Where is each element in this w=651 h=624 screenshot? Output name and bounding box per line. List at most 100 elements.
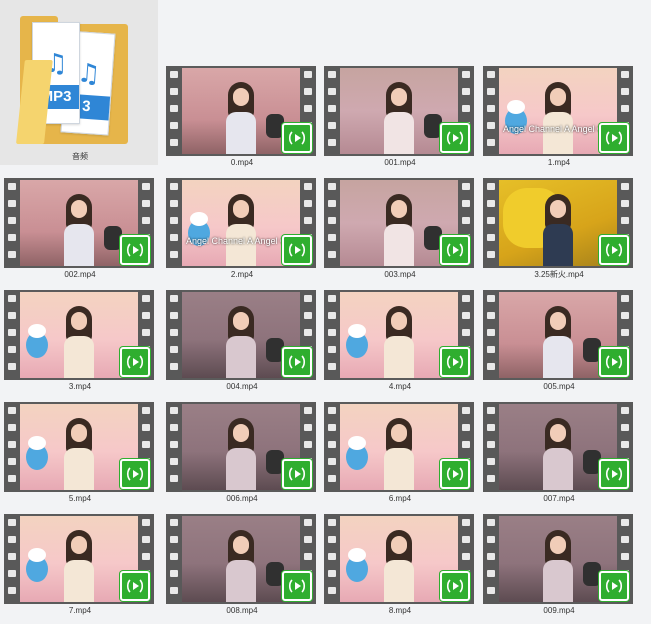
person-figure <box>543 82 573 154</box>
iqiyi-play-badge-icon <box>120 347 150 377</box>
video-file-name: 3.25新火.mp4 <box>534 270 584 279</box>
video-file-name: 4.mp4 <box>388 382 412 391</box>
video-file-name: 7.mp4 <box>68 606 92 615</box>
video-file-name: 009.mp4 <box>543 606 575 615</box>
video-thumbnail <box>4 402 154 492</box>
person-figure <box>64 306 94 378</box>
video-file-name: 3.mp4 <box>68 382 92 391</box>
iqiyi-play-badge-icon <box>599 459 629 489</box>
video-thumbnail <box>4 514 154 604</box>
iqiyi-play-badge-icon <box>440 571 470 601</box>
iqiyi-play-badge-icon <box>599 123 629 153</box>
video-thumbnail <box>483 178 633 268</box>
video-file-name: 005.mp4 <box>543 382 575 391</box>
video-file-name: 001.mp4 <box>384 158 416 167</box>
video-file-item[interactable]: 7.mp4 <box>0 514 160 624</box>
video-thumbnail <box>324 178 474 268</box>
video-thumbnail <box>483 290 633 380</box>
video-file-name: 5.mp4 <box>68 494 92 503</box>
video-file-item[interactable]: 003.mp4 <box>320 178 480 288</box>
video-thumbnail <box>4 178 154 268</box>
video-file-name: 008.mp4 <box>226 606 258 615</box>
person-figure <box>384 418 414 490</box>
person-figure <box>226 82 256 154</box>
iqiyi-play-badge-icon <box>599 347 629 377</box>
iqiyi-play-badge-icon <box>282 123 312 153</box>
person-figure <box>64 418 94 490</box>
iqiyi-play-badge-icon <box>120 459 150 489</box>
video-file-item[interactable]: 002.mp4 <box>0 178 160 288</box>
iqiyi-play-badge-icon <box>599 571 629 601</box>
person-figure <box>384 306 414 378</box>
person-figure <box>226 530 256 602</box>
video-file-item[interactable]: 001.mp4 <box>320 66 480 176</box>
video-thumbnail: Angel Channel A Angel C <box>483 66 633 156</box>
video-file-item[interactable]: 004.mp4 <box>162 290 322 400</box>
person-figure <box>384 194 414 266</box>
iqiyi-play-badge-icon <box>440 235 470 265</box>
video-file-name: 0.mp4 <box>230 158 254 167</box>
video-thumbnail <box>324 66 474 156</box>
video-file-name: 004.mp4 <box>226 382 258 391</box>
video-thumbnail <box>483 514 633 604</box>
video-overlay-text: Angel Channel A Angel C <box>186 236 287 246</box>
person-figure <box>543 530 573 602</box>
person-figure <box>543 418 573 490</box>
video-file-item[interactable]: 006.mp4 <box>162 402 322 512</box>
video-overlay-text: Angel Channel A Angel C <box>503 124 604 134</box>
video-file-name: 007.mp4 <box>543 494 575 503</box>
person-figure <box>384 530 414 602</box>
video-thumbnail <box>166 290 316 380</box>
video-file-name: 6.mp4 <box>388 494 412 503</box>
person-figure <box>543 306 573 378</box>
video-file-item[interactable]: 6.mp4 <box>320 402 480 512</box>
video-file-item[interactable]: 4.mp4 <box>320 290 480 400</box>
iqiyi-play-badge-icon <box>282 459 312 489</box>
person-figure <box>64 194 94 266</box>
folder-name: 音频 <box>72 152 88 161</box>
video-file-item[interactable]: 0.mp4 <box>162 66 322 176</box>
video-file-name: 1.mp4 <box>547 158 571 167</box>
video-file-item[interactable]: 5.mp4 <box>0 402 160 512</box>
video-file-item[interactable]: 007.mp4 <box>479 402 639 512</box>
video-file-item[interactable]: Angel Channel A Angel C 1.mp4 <box>479 66 639 176</box>
video-thumbnail <box>324 290 474 380</box>
video-thumbnail <box>324 402 474 492</box>
person-figure <box>64 530 94 602</box>
file-grid: ♫ 3 ♫ MP3 音频 0.mp4 001.mp4 Angel Channel… <box>0 0 651 615</box>
video-file-item[interactable]: Angel Channel A Angel C 2.mp4 <box>162 178 322 288</box>
iqiyi-play-badge-icon <box>440 347 470 377</box>
person-figure <box>543 194 573 266</box>
video-file-item[interactable]: 005.mp4 <box>479 290 639 400</box>
video-file-item[interactable]: 008.mp4 <box>162 514 322 624</box>
iqiyi-play-badge-icon <box>282 347 312 377</box>
video-file-name: 003.mp4 <box>384 270 416 279</box>
iqiyi-play-badge-icon <box>440 123 470 153</box>
iqiyi-play-badge-icon <box>120 235 150 265</box>
video-thumbnail <box>166 402 316 492</box>
video-thumbnail <box>324 514 474 604</box>
video-file-item[interactable]: 3.25新火.mp4 <box>479 178 639 288</box>
iqiyi-play-badge-icon <box>120 571 150 601</box>
person-figure <box>226 418 256 490</box>
video-file-name: 006.mp4 <box>226 494 258 503</box>
video-file-item[interactable]: 009.mp4 <box>479 514 639 624</box>
video-thumbnail <box>166 514 316 604</box>
person-figure <box>226 306 256 378</box>
person-figure <box>226 194 256 266</box>
video-thumbnail <box>4 290 154 380</box>
iqiyi-play-badge-icon <box>440 459 470 489</box>
iqiyi-play-badge-icon <box>282 235 312 265</box>
iqiyi-play-badge-icon <box>282 571 312 601</box>
video-file-name: 8.mp4 <box>388 606 412 615</box>
video-file-item[interactable]: 3.mp4 <box>0 290 160 400</box>
person-figure <box>384 82 414 154</box>
iqiyi-play-badge-icon <box>599 235 629 265</box>
folder-icon: ♫ 3 ♫ MP3 <box>16 12 130 144</box>
video-thumbnail <box>166 66 316 156</box>
folder-item-audio[interactable]: ♫ 3 ♫ MP3 音频 <box>0 0 158 165</box>
video-file-name: 2.mp4 <box>230 270 254 279</box>
video-file-item[interactable]: 8.mp4 <box>320 514 480 624</box>
video-thumbnail <box>483 402 633 492</box>
video-thumbnail: Angel Channel A Angel C <box>166 178 316 268</box>
